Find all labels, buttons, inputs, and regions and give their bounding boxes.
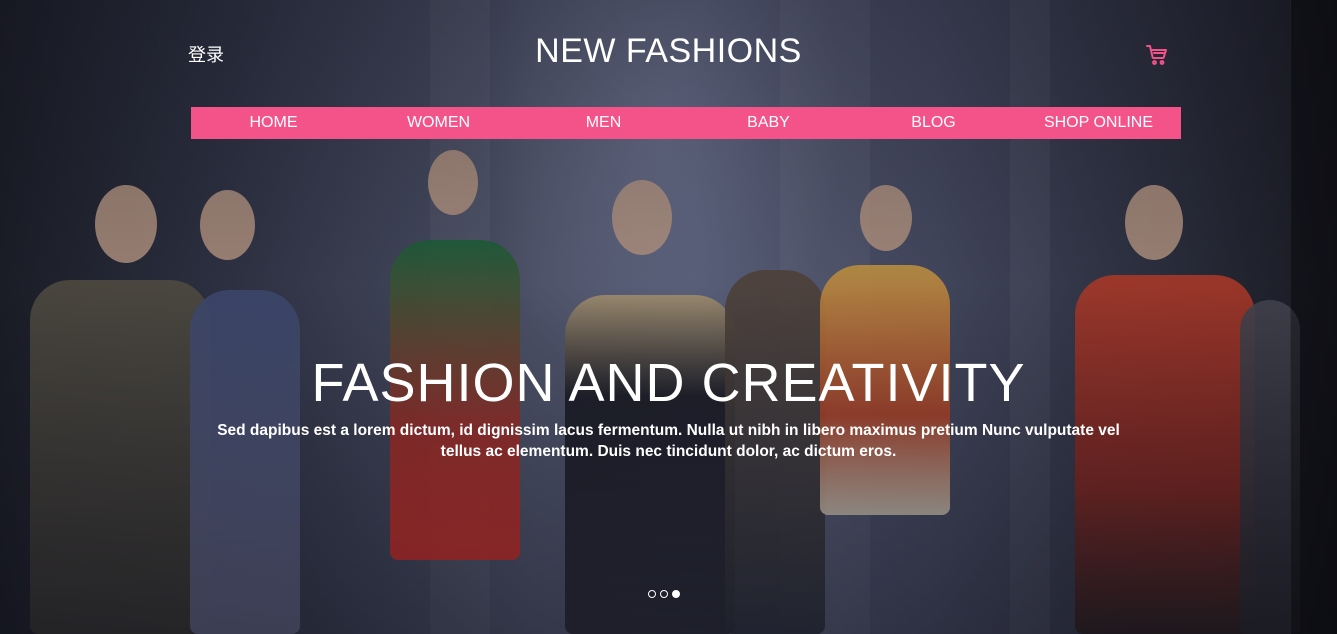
main-nav: HOME WOMEN MEN BABY BLOG SHOP ONLINE <box>191 107 1181 139</box>
nav-item-baby[interactable]: BABY <box>686 107 851 139</box>
nav-item-women[interactable]: WOMEN <box>356 107 521 139</box>
nav-item-blog[interactable]: BLOG <box>851 107 1016 139</box>
cart-button[interactable] <box>1145 43 1169 67</box>
hero-banner: 登录 NEW FASHIONS HOME WOMEN MEN BABY BLOG… <box>0 0 1337 634</box>
nav-item-shop-online[interactable]: SHOP ONLINE <box>1016 107 1181 139</box>
hero-headline: FASHION AND CREATIVITY <box>311 353 1026 413</box>
carousel-indicators <box>648 590 680 598</box>
carousel-dot-2[interactable] <box>660 590 668 598</box>
hero-subtext: Sed dapibus est a lorem dictum, id digni… <box>217 422 1120 460</box>
nav-item-home[interactable]: HOME <box>191 107 356 139</box>
carousel-dot-1[interactable] <box>648 590 656 598</box>
carousel-dot-3[interactable] <box>672 590 680 598</box>
scrollbar-track[interactable] <box>1290 0 1337 634</box>
nav-item-men[interactable]: MEN <box>521 107 686 139</box>
brand-title[interactable]: NEW FASHIONS <box>0 32 1337 71</box>
shopping-cart-icon <box>1146 45 1167 65</box>
